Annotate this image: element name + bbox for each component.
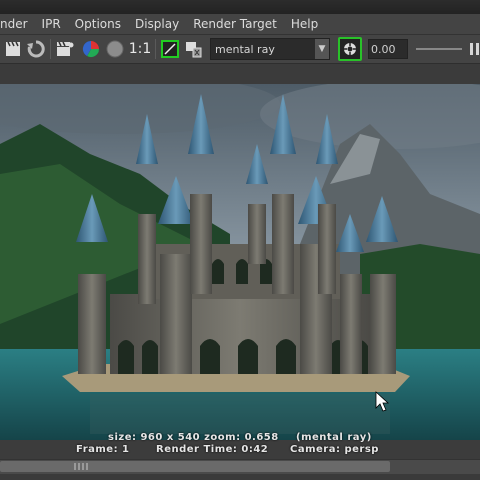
- scrollbar-thumb[interactable]: [0, 461, 390, 472]
- toolbar-divider: [155, 39, 156, 59]
- pause-icon[interactable]: [470, 43, 479, 55]
- menu-help[interactable]: Help: [291, 17, 326, 31]
- renderer-dropdown[interactable]: mental ray ▼: [210, 38, 330, 60]
- keep-image-icon[interactable]: [338, 37, 362, 61]
- menu-display[interactable]: Display: [135, 17, 193, 31]
- clapper-settings-icon[interactable]: [53, 38, 77, 60]
- render-viewport[interactable]: [0, 84, 480, 440]
- scrollbar-grip-icon: [74, 463, 88, 470]
- rendered-image: [0, 84, 480, 440]
- refresh-icon[interactable]: [24, 38, 48, 60]
- camera-info: Camera: persp: [290, 444, 379, 455]
- chevron-down-icon: ▼: [315, 39, 329, 59]
- alpha-circle-icon[interactable]: [103, 38, 127, 60]
- menu-render-target[interactable]: Render Target: [193, 17, 291, 31]
- toolbar-shadow-band: [0, 64, 480, 84]
- exposure-slider[interactable]: [416, 48, 462, 50]
- exposure-field[interactable]: 0.00: [368, 39, 408, 59]
- clapper-icon[interactable]: [2, 38, 24, 60]
- menu-render[interactable]: nder: [0, 17, 42, 31]
- menu-ipr[interactable]: IPR: [42, 17, 75, 31]
- toolbar-divider: [50, 39, 51, 59]
- horizontal-scrollbar[interactable]: [0, 459, 480, 474]
- menu-options[interactable]: Options: [75, 17, 135, 31]
- frame-info: Frame: 1: [76, 444, 130, 455]
- render-toolbar: 1:1 mental ray ▼ 0.00: [0, 35, 480, 64]
- menu-bar: nder IPR Options Display Render Target H…: [0, 14, 480, 35]
- window-bottom-edge: [0, 474, 480, 480]
- size-zoom-info: size: 960 x 540 zoom: 0.658: [108, 432, 279, 443]
- region-icon[interactable]: [158, 38, 182, 60]
- window-titlebar: [0, 0, 480, 14]
- render-info-overlay: size: 960 x 540 zoom: 0.658 (mental ray)…: [0, 430, 480, 458]
- snapshot-remove-icon[interactable]: [182, 38, 206, 60]
- renderer-label: mental ray: [215, 42, 275, 56]
- ratio-button[interactable]: 1:1: [127, 38, 153, 60]
- renderer-info: (mental ray): [296, 432, 372, 443]
- color-channels-icon[interactable]: [79, 38, 103, 60]
- render-time-info: Render Time: 0:42: [156, 444, 269, 455]
